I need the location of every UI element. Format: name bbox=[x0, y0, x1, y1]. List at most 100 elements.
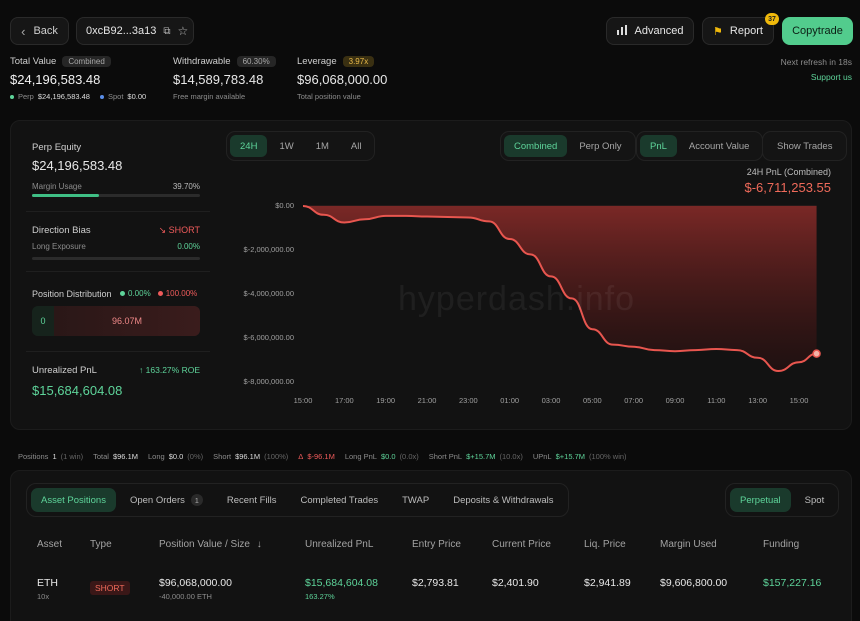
upnl-label: UPnL bbox=[532, 452, 552, 461]
direction-bias-value: SHORT bbox=[168, 225, 200, 235]
header-type[interactable]: Type bbox=[90, 539, 112, 550]
mode-combined[interactable]: Combined bbox=[504, 135, 568, 157]
x-tick-label: 05:00 bbox=[582, 396, 602, 405]
header-liq-price[interactable]: Liq. Price bbox=[584, 539, 626, 550]
row-position-value: $96,068,000.00 bbox=[159, 577, 232, 589]
row-funding: $157,227.16 bbox=[763, 577, 822, 589]
show-trades-button[interactable]: Show Trades bbox=[766, 135, 843, 157]
header-position-value-label: Position Value / Size bbox=[159, 539, 250, 550]
x-tick-label: 21:00 bbox=[417, 396, 437, 405]
margin-usage-value: 39.70% bbox=[172, 182, 200, 191]
positions-label: Positions bbox=[18, 452, 49, 461]
mode-perp-only[interactable]: Perp Only bbox=[569, 135, 631, 157]
short-dot-icon bbox=[157, 291, 163, 296]
y-tick-label: $-8,000,000.00 bbox=[243, 377, 294, 386]
range-all[interactable]: All bbox=[341, 135, 372, 157]
range-1m[interactable]: 1M bbox=[306, 135, 339, 157]
dist-long-pct: 0.00% bbox=[128, 289, 151, 298]
pnl-title: 24H PnL (Combined) bbox=[746, 167, 831, 177]
withdrawable-block: Withdrawable 60.30% $14,589,783.48 Free … bbox=[173, 56, 276, 101]
x-tick-label: 11:00 bbox=[707, 396, 726, 405]
tab-asset-positions[interactable]: Asset Positions bbox=[31, 488, 116, 512]
y-tick-label: $-2,000,000.00 bbox=[243, 245, 294, 254]
leverage-pill: 3.97x bbox=[342, 56, 375, 67]
unrealized-label: Unrealized PnL bbox=[32, 365, 97, 376]
star-icon[interactable]: ☆ bbox=[177, 24, 188, 38]
long-exposure-bar bbox=[32, 257, 200, 260]
direction-bias-value-group: ↘ SHORT bbox=[152, 225, 200, 236]
delta-symbol: Δ bbox=[298, 452, 304, 461]
perp-equity-value: $24,196,583.48 bbox=[32, 158, 123, 173]
metric-pnl[interactable]: PnL bbox=[640, 135, 677, 157]
report-button[interactable]: ⚑ Report bbox=[702, 17, 774, 45]
short-pnl-value: $+15.7M bbox=[466, 452, 496, 461]
dist-long-segment: 0 bbox=[32, 306, 54, 336]
tab-label: Completed Trades bbox=[300, 494, 379, 506]
long-pnl-sub: (0.0x) bbox=[399, 452, 419, 461]
range-1w[interactable]: 1W bbox=[269, 135, 303, 157]
range-24h[interactable]: 24H bbox=[230, 135, 268, 157]
leverage-block: Leverage 3.97x $96,068,000.00 Total posi… bbox=[297, 56, 387, 101]
bar-chart-icon bbox=[616, 24, 628, 38]
header-asset[interactable]: Asset bbox=[37, 539, 62, 550]
tab-completed-trades[interactable]: Completed Trades bbox=[291, 488, 389, 512]
divider bbox=[26, 211, 210, 212]
tab-deposits-withdrawals[interactable]: Deposits & Withdrawals bbox=[443, 488, 563, 512]
market-toggle: Perpetual Spot bbox=[725, 483, 840, 517]
latest-point-marker[interactable] bbox=[812, 349, 821, 358]
metric-account-value[interactable]: Account Value bbox=[679, 135, 760, 157]
next-refresh: Next refresh in 18s bbox=[780, 57, 852, 67]
range-selector: 24H 1W 1M All bbox=[226, 131, 376, 161]
position-dist-legend: 0.00% 100.00% bbox=[120, 289, 197, 298]
back-button[interactable]: ‹ Back bbox=[10, 17, 69, 45]
margin-usage-fill bbox=[32, 194, 99, 197]
x-tick-label: 13:00 bbox=[748, 396, 768, 405]
delta-value: $-96.1M bbox=[307, 452, 335, 461]
withdrawable-sub: Free margin available bbox=[173, 92, 246, 101]
support-link[interactable]: Support us bbox=[811, 72, 852, 82]
arrow-up-icon: ↑ bbox=[139, 365, 144, 375]
x-tick-label: 09:00 bbox=[665, 396, 685, 405]
header-margin-used[interactable]: Margin Used bbox=[660, 539, 717, 550]
divider bbox=[26, 351, 210, 352]
advanced-button[interactable]: Advanced bbox=[606, 17, 694, 45]
header-entry-price[interactable]: Entry Price bbox=[412, 539, 461, 550]
leverage-value: $96,068,000.00 bbox=[297, 72, 388, 87]
x-tick-label: 17:00 bbox=[334, 396, 354, 405]
tab-recent-fills[interactable]: Recent Fills bbox=[217, 488, 287, 512]
tab-twap[interactable]: TWAP bbox=[392, 488, 439, 512]
row-type-badge: SHORT bbox=[90, 581, 130, 595]
row-entry-price: $2,793.81 bbox=[412, 577, 459, 589]
x-tick-label: 01:00 bbox=[500, 396, 520, 405]
tab-label: Recent Fills bbox=[226, 494, 277, 506]
tab-perpetual[interactable]: Perpetual bbox=[730, 488, 791, 512]
upnl-value: $+15.7M bbox=[555, 452, 586, 461]
margin-usage-label: Margin Usage bbox=[32, 182, 82, 191]
tab-open-orders[interactable]: Open Orders 1 bbox=[120, 488, 213, 512]
header-funding[interactable]: Funding bbox=[763, 539, 799, 550]
tab-spot[interactable]: Spot bbox=[795, 488, 835, 512]
dist-short-segment: 96.07M bbox=[54, 306, 200, 336]
short-pnl-sub: (10.0x) bbox=[499, 452, 523, 461]
x-tick-label: 19:00 bbox=[376, 396, 396, 405]
perp-value: $24,196,583.48 bbox=[37, 92, 90, 101]
tab-label: Perpetual bbox=[740, 494, 781, 506]
sort-down-icon: ↓ bbox=[256, 539, 262, 550]
roe-value: 163.27% ROE bbox=[145, 365, 200, 375]
trend-down-icon: ↘ bbox=[158, 225, 167, 235]
spot-label: Spot bbox=[107, 92, 124, 101]
dist-short-amount: 96.07M bbox=[111, 316, 143, 326]
header-unrealized-pnl[interactable]: Unrealized PnL bbox=[305, 539, 373, 550]
leverage-label: Leverage bbox=[297, 56, 337, 67]
header-current-price[interactable]: Current Price bbox=[492, 539, 551, 550]
copytrade-button[interactable]: Copytrade bbox=[782, 17, 853, 45]
tab-label: Spot bbox=[804, 494, 825, 506]
spot-value: $0.00 bbox=[127, 92, 147, 101]
copy-icon[interactable]: ⧉ bbox=[163, 26, 170, 37]
long-pct: (0%) bbox=[187, 452, 204, 461]
roe-group: ↑ 163.27% ROE bbox=[120, 365, 200, 375]
total-label: Total bbox=[93, 452, 109, 461]
header-position-value[interactable]: Position Value / Size ↓ bbox=[159, 539, 262, 550]
chart-watermark: hyperdash.info bbox=[398, 280, 636, 318]
address-chip[interactable]: 0xcB92...3a13 ⧉ ☆ bbox=[76, 17, 194, 45]
